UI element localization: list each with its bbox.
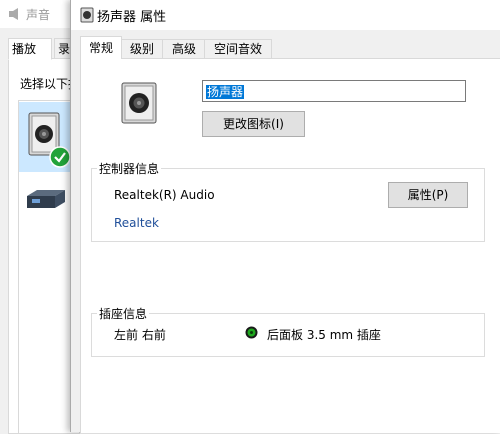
sound-window-titlebar: 声音 — [0, 0, 80, 28]
tab-playback[interactable]: 播放 — [8, 38, 52, 60]
tab-general[interactable]: 常规 — [80, 36, 122, 59]
dialog-title: 扬声器 属性 — [97, 10, 167, 25]
sound-window-title: 声音 — [26, 8, 51, 22]
jack-description: 后面板 3.5 mm 插座 — [267, 328, 381, 342]
controller-info-legend: 控制器信息 — [97, 160, 162, 177]
speaker-properties-dialog: 扬声器 属性 常规 级别 高级 空间音效 扬声器 更改图标(I) 控制器信息 R… — [70, 0, 500, 433]
device-name-input[interactable]: 扬声器 — [202, 80, 466, 102]
tab-advanced[interactable]: 高级 — [162, 39, 206, 59]
controller-name: Realtek(R) Audio — [114, 188, 215, 202]
speaker-small-icon — [80, 7, 94, 23]
jack-color-icon — [245, 326, 258, 339]
jack-channels: 左前 右前 — [114, 328, 166, 342]
tab-spatial-sound[interactable]: 空间音效 — [204, 39, 272, 59]
check-circle-icon — [49, 146, 71, 168]
controller-properties-button[interactable]: 属性(P) — [388, 182, 468, 208]
speaker-small-icon — [9, 8, 18, 20]
controller-vendor-link[interactable]: Realtek — [114, 216, 159, 230]
audio-device-icon — [27, 190, 65, 208]
dialog-titlebar[interactable]: 扬声器 属性 — [71, 0, 500, 30]
jack-info-legend: 插座信息 — [97, 305, 150, 322]
tab-levels[interactable]: 级别 — [120, 39, 164, 59]
change-icon-button[interactable]: 更改图标(I) — [202, 111, 305, 137]
speaker-icon — [121, 82, 157, 124]
device-name-value: 扬声器 — [206, 85, 245, 99]
